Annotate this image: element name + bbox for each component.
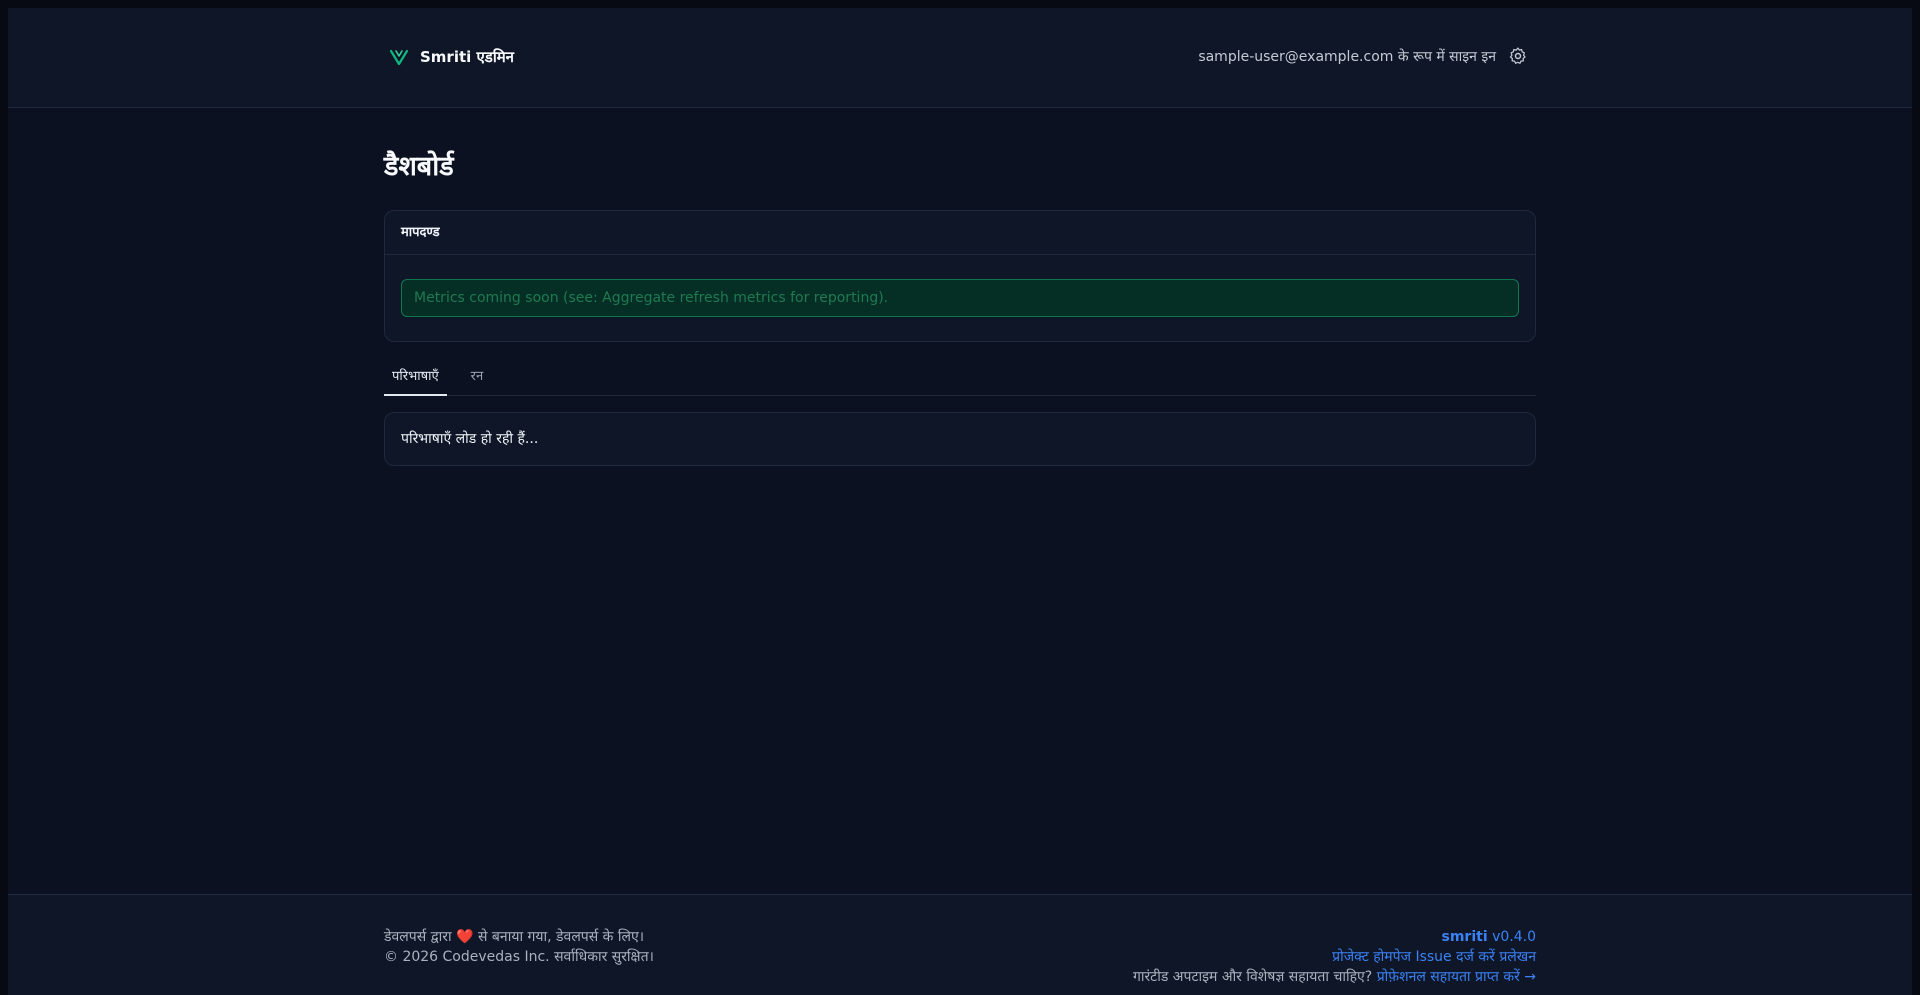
gear-icon[interactable] (1508, 46, 1528, 66)
tab-runs[interactable]: रन (463, 362, 492, 396)
file-issue-link[interactable]: Issue दर्ज करें (1415, 949, 1494, 965)
professional-support-link[interactable]: प्रोफ़ेशनल सहायता प्राप्त करें → (1377, 969, 1536, 985)
footer-nav-links: प्रोजेक्ट होमपेज Issue दर्ज करें प्रलेखन (1133, 947, 1536, 967)
page-title: डैशबोर्ड (384, 151, 454, 182)
tab-definitions[interactable]: परिभाषाएँ (384, 362, 447, 396)
metrics-card: मापदण्ड Metrics coming soon (see: Aggreg… (384, 210, 1536, 342)
heart-icon: ❤️ (456, 929, 474, 945)
user-area: sample-user@example.com के रूप में साइन … (1198, 46, 1528, 66)
main-content: डैशबोर्ड मापदण्ड Metrics coming soon (se… (384, 108, 1536, 466)
documentation-link[interactable]: प्रलेखन (1499, 949, 1536, 965)
version-line: smriti v0.4.0 (1133, 927, 1537, 947)
footer-credits: डेवलपर्स द्वारा ❤️ से बनाया गया, डेवलपर्… (384, 927, 654, 967)
project-homepage-link[interactable]: प्रोजेक्ट होमपेज (1332, 949, 1411, 965)
made-by-text-after: से बनाया गया, डेवलपर्स के लिए। (478, 929, 645, 945)
made-by-text-before: डेवलपर्स द्वारा (384, 929, 452, 945)
brand[interactable]: Smriti एडमिन (388, 46, 514, 68)
made-by-line: डेवलपर्स द्वारा ❤️ से बनाया गया, डेवलपर्… (384, 927, 654, 947)
support-text: गारंटीड अपटाइम और विशेषज्ञ सहायता चाहिए? (1132, 969, 1373, 985)
v-logo-icon (389, 49, 409, 66)
metrics-card-header: मापदण्ड (385, 211, 1535, 255)
definitions-loading-panel: परिभाषाएँ लोड हो रही हैं... (384, 412, 1536, 466)
top-header: Smriti एडमिन sample-user@example.com के … (8, 8, 1912, 108)
page-footer: डेवलपर्स द्वारा ❤️ से बनाया गया, डेवलपर्… (8, 894, 1912, 995)
copyright-text: © 2026 Codevedas Inc. सर्वाधिकार सुरक्षि… (384, 949, 654, 965)
support-line: गारंटीड अपटाइम और विशेषज्ञ सहायता चाहिए?… (1133, 967, 1536, 987)
tab-bar: परिभाषाएँ रन (384, 362, 1536, 396)
brand-name: Smriti एडमिन (420, 48, 515, 66)
version-text: v0.4.0 (1492, 929, 1536, 945)
metrics-info-note: Metrics coming soon (see: Aggregate refr… (401, 279, 1519, 317)
signed-in-user-text: sample-user@example.com के रूप में साइन … (1198, 48, 1496, 65)
metrics-card-body: Metrics coming soon (see: Aggregate refr… (385, 255, 1535, 341)
app-frame: Smriti एडमिन sample-user@example.com के … (8, 8, 1912, 995)
footer-links: smriti v0.4.0 प्रोजेक्ट होमपेज Issue दर्… (1133, 927, 1536, 987)
smriti-brand-link[interactable]: smriti (1442, 929, 1488, 945)
